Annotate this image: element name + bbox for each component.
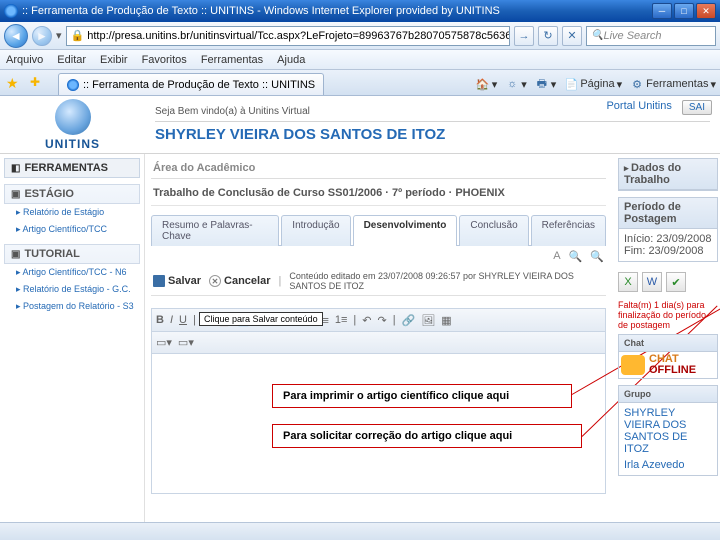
favorites-star-icon[interactable]: ★ bbox=[6, 75, 22, 91]
sidebar-item-artigo[interactable]: Artigo Científico/TCC bbox=[4, 221, 140, 238]
bold-button[interactable]: B bbox=[156, 314, 164, 326]
action-icons: X W ✔ bbox=[618, 268, 718, 296]
font-size-icon[interactable]: A bbox=[553, 250, 560, 263]
table-icon[interactable]: ▦ bbox=[441, 314, 451, 327]
chat-bubble-icon bbox=[621, 355, 645, 375]
tab-introducao[interactable]: Introdução bbox=[281, 215, 350, 246]
menu-arquivo[interactable]: Arquivo bbox=[6, 54, 43, 66]
grupo-member-2[interactable]: Irla Azevedo bbox=[624, 459, 712, 471]
cancel-button[interactable]: ✕Cancelar bbox=[209, 275, 270, 287]
main-area: Área do Acadêmico Trabalho de Conclusão … bbox=[145, 154, 612, 540]
refresh-button[interactable]: ↻ bbox=[538, 26, 558, 46]
sidebar-item-tut2[interactable]: Relatório de Estágio - G.C. bbox=[4, 281, 140, 298]
page-menu[interactable]: 📄Página ▾ bbox=[564, 77, 622, 91]
logo-block: UNITINS bbox=[0, 96, 145, 153]
logout-button[interactable]: SAI bbox=[682, 100, 712, 115]
callout-correction: Para solicitar correção do artigo clique… bbox=[272, 424, 582, 448]
underline-button[interactable]: U bbox=[179, 314, 187, 326]
sidebar-item-relatorio[interactable]: Relatório de Estágio bbox=[4, 204, 140, 221]
menu-ajuda[interactable]: Ajuda bbox=[277, 54, 305, 66]
image-icon[interactable]: 🖼 bbox=[421, 314, 435, 327]
menu-exibir[interactable]: Exibir bbox=[100, 54, 128, 66]
sidebar-item-tut1[interactable]: Artigo Científico/TCC - N6 bbox=[4, 264, 140, 281]
minimize-button[interactable]: ─ bbox=[652, 3, 672, 19]
sidebar-item-tut3[interactable]: Postagem do Relatório - S3 bbox=[4, 298, 140, 315]
sidebar: ◧ FERRAMENTAS ▣ ESTÁGIO Relatório de Est… bbox=[0, 154, 145, 540]
numlist-icon[interactable]: 1≡ bbox=[335, 314, 348, 326]
tab-label: :: Ferramenta de Produção de Texto :: UN… bbox=[83, 79, 315, 91]
menu-favoritos[interactable]: Favoritos bbox=[142, 54, 187, 66]
tab-resumo[interactable]: Resumo e Palavras-Chave bbox=[151, 215, 279, 246]
maximize-button[interactable]: □ bbox=[674, 3, 694, 19]
cancel-icon: ✕ bbox=[209, 275, 221, 287]
deadline-warning: Falta(m) 1 dia(s) para finalização do pe… bbox=[618, 296, 718, 334]
page-content: Portal Unitins SAI UNITINS Seja Bem vind… bbox=[0, 96, 720, 540]
sidebar-group-tutorial[interactable]: ▣ TUTORIAL bbox=[4, 244, 140, 264]
user-name: SHYRLEY VIEIRA DOS SANTOS DE ITOZ bbox=[155, 121, 710, 143]
periodo-head: Período de Postagem bbox=[619, 198, 717, 229]
undo-icon[interactable]: ↶ bbox=[362, 314, 371, 327]
periodo-fim: Fim: 23/09/2008 bbox=[624, 245, 712, 257]
word-icon[interactable]: W bbox=[642, 272, 662, 292]
tab-favicon-icon bbox=[67, 79, 79, 91]
dados-head[interactable]: ▸ Dados do Trabalho bbox=[619, 159, 717, 190]
status-bar bbox=[0, 522, 720, 540]
menu-editar[interactable]: Editar bbox=[57, 54, 86, 66]
editor-area[interactable]: Para imprimir o artigo científico clique… bbox=[151, 354, 606, 494]
grupo-head: Grupo bbox=[619, 386, 717, 403]
close-button[interactable]: ✕ bbox=[696, 3, 716, 19]
back-button[interactable]: ◄ bbox=[4, 24, 28, 48]
right-column: ▸ Dados do Trabalho Período de Postagem … bbox=[612, 154, 720, 540]
size-select[interactable]: ▭▾ bbox=[178, 336, 194, 349]
save-button[interactable]: Salvar bbox=[153, 275, 201, 287]
link-icon[interactable]: 🔗 bbox=[402, 314, 416, 327]
edit-info: Conteúdo editado em 23/07/2008 09:26:57 … bbox=[289, 271, 604, 291]
callout-print: Para imprimir o artigo científico clique… bbox=[272, 384, 572, 408]
sidebar-head: ◧ FERRAMENTAS bbox=[4, 158, 140, 178]
tab-desenvolvimento[interactable]: Desenvolvimento bbox=[353, 215, 458, 246]
tab-referencias[interactable]: Referências bbox=[531, 215, 606, 246]
window-title: :: Ferramenta de Produção de Texto :: UN… bbox=[22, 5, 652, 17]
forward-button[interactable]: ► bbox=[32, 26, 52, 46]
brand-name: UNITINS bbox=[45, 137, 100, 151]
tools-menu[interactable]: ⚙Ferramentas ▾ bbox=[630, 77, 716, 91]
menu-bar: Arquivo Editar Exibir Favoritos Ferramen… bbox=[0, 50, 720, 70]
trabalho-title: Trabalho de Conclusão de Curso SS01/2006… bbox=[151, 179, 606, 206]
periodo-inicio: Início: 23/09/2008 bbox=[624, 233, 712, 245]
search-input[interactable]: 🔍 Live Search bbox=[586, 26, 716, 46]
redo-icon[interactable]: ↷ bbox=[377, 314, 386, 327]
chat-status[interactable]: CHATOFFLINE bbox=[619, 352, 717, 378]
area-title: Área do Acadêmico bbox=[151, 158, 606, 179]
home-button[interactable]: 🏠▾ bbox=[476, 77, 498, 91]
disk-icon bbox=[153, 275, 165, 287]
editor-toolbar-2: ▭▾ ▭▾ bbox=[151, 332, 606, 354]
go-button[interactable]: → bbox=[514, 26, 534, 46]
chat-head: Chat bbox=[619, 335, 717, 352]
excel-icon[interactable]: X bbox=[618, 272, 638, 292]
logo-icon bbox=[55, 99, 91, 135]
add-favorite-icon[interactable]: ✚ bbox=[30, 75, 46, 91]
stop-button[interactable]: ✕ bbox=[562, 26, 582, 46]
menu-ferramentas[interactable]: Ferramentas bbox=[201, 54, 263, 66]
zoom-in-icon[interactable]: 🔍 bbox=[569, 250, 583, 263]
feeds-button[interactable]: ☼▾ bbox=[505, 77, 527, 91]
tab-conclusao[interactable]: Conclusão bbox=[459, 215, 528, 246]
portal-link[interactable]: Portal Unitins bbox=[606, 100, 671, 115]
document-tabs: Resumo e Palavras-Chave Introdução Desen… bbox=[151, 214, 606, 246]
window-titlebar: :: Ferramenta de Produção de Texto :: UN… bbox=[0, 0, 720, 22]
grupo-member-1[interactable]: SHYRLEY VIEIRA DOS SANTOS DE ITOZ bbox=[624, 407, 712, 455]
ie-icon bbox=[4, 4, 18, 18]
browser-tab[interactable]: :: Ferramenta de Produção de Texto :: UN… bbox=[58, 73, 324, 95]
print-button[interactable]: 🖶▾ bbox=[535, 77, 557, 91]
zoom-out-icon[interactable]: 🔍 bbox=[590, 250, 604, 263]
address-input[interactable]: 🔒http://presa.unitins.br/unitinsvirtual/… bbox=[66, 26, 510, 46]
address-bar-row: ◄ ► ▾ 🔒http://presa.unitins.br/unitinsvi… bbox=[0, 22, 720, 50]
font-select[interactable]: ▭▾ bbox=[156, 336, 172, 349]
save-tooltip: Clique para Salvar conteúdo bbox=[199, 312, 323, 326]
italic-button[interactable]: I bbox=[170, 314, 173, 326]
sidebar-group-estagio[interactable]: ▣ ESTÁGIO bbox=[4, 184, 140, 204]
tabs-bar: ★ ✚ :: Ferramenta de Produção de Texto :… bbox=[0, 70, 720, 96]
check-icon[interactable]: ✔ bbox=[666, 272, 686, 292]
